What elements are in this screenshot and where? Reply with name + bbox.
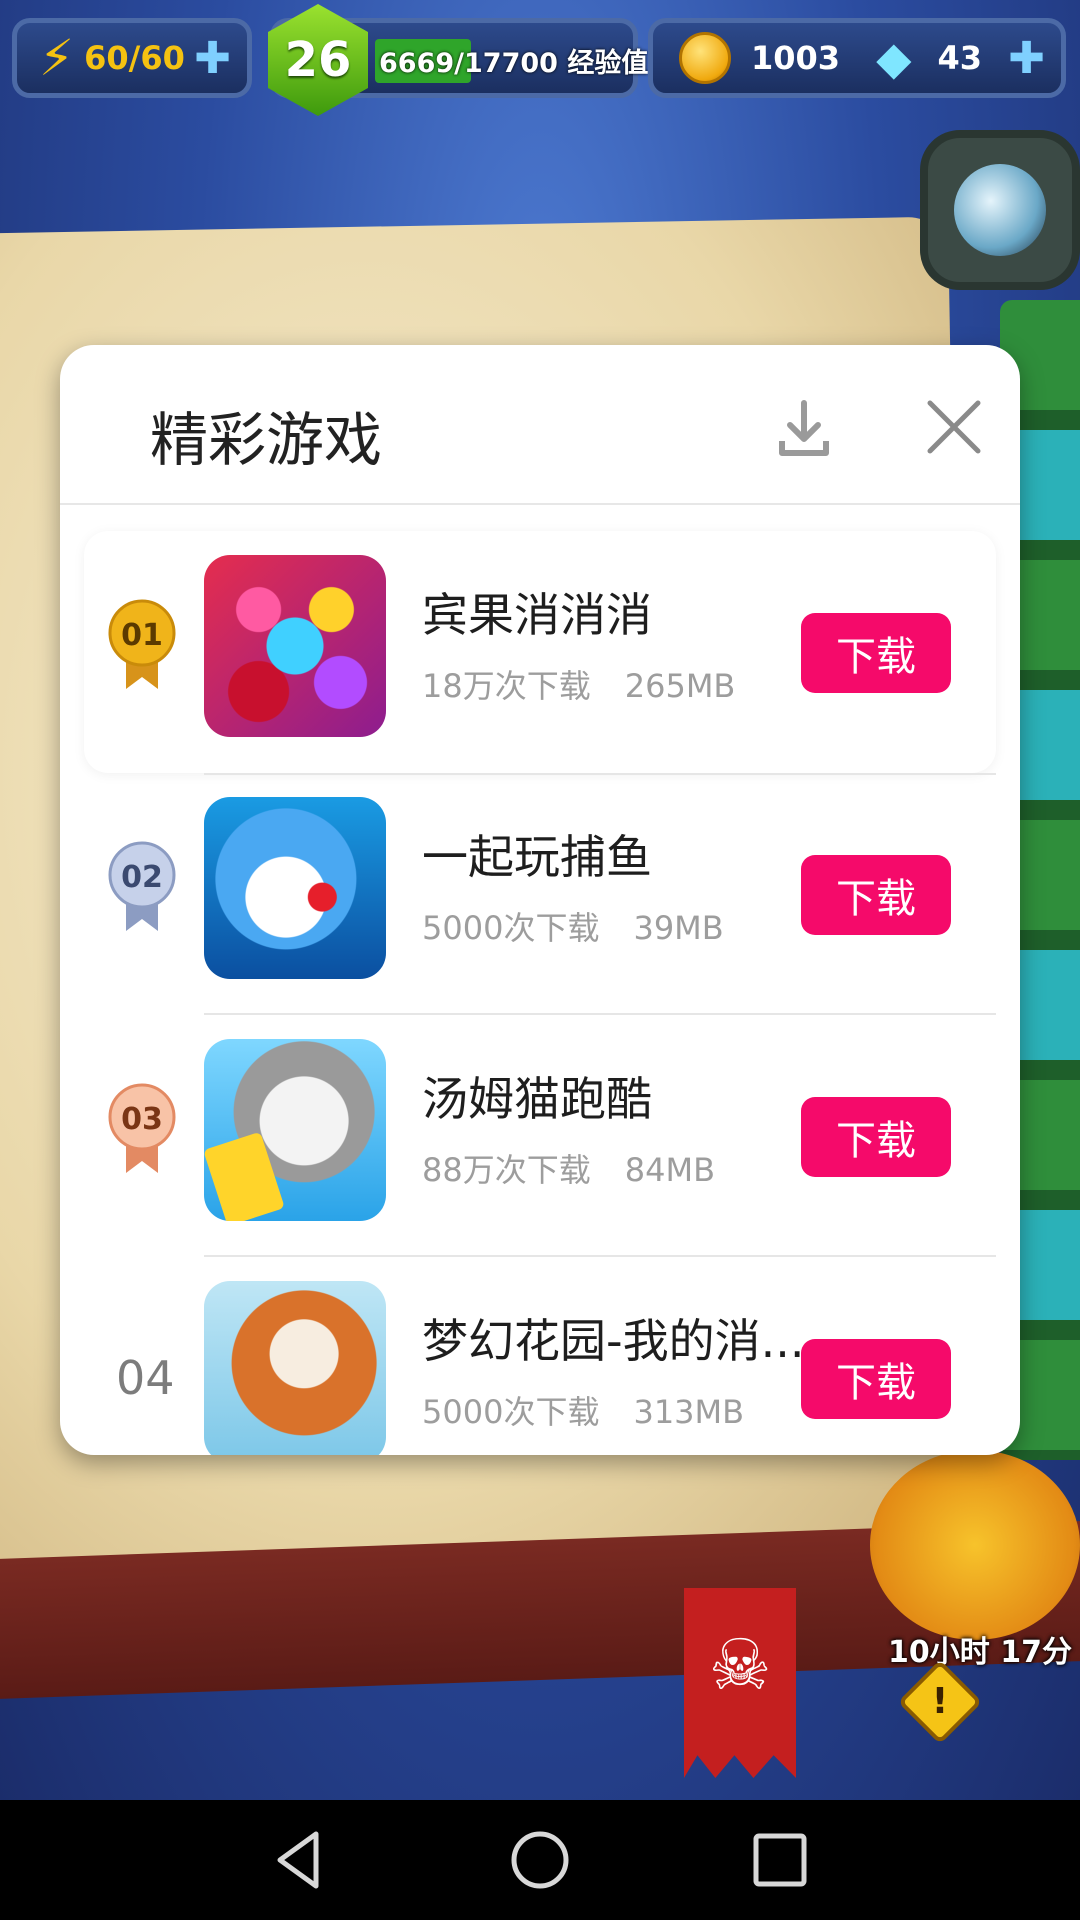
- rank-number: 03: [121, 1102, 163, 1137]
- app-icon[interactable]: [204, 555, 386, 737]
- home-icon[interactable]: [502, 1822, 578, 1898]
- app-name: 梦幻花园-我的消...: [422, 1314, 805, 1368]
- app-meta: 88万次下载 84MB: [422, 1145, 715, 1191]
- currency-counter[interactable]: 1003 ◆ 43 ✚: [648, 18, 1066, 98]
- energy-value: 60/60: [84, 39, 185, 77]
- app-size: 313MB: [633, 1393, 745, 1431]
- download-count: 5000次下载: [422, 909, 600, 947]
- download-icon[interactable]: [772, 397, 836, 461]
- app-name: 一起玩捕鱼: [422, 830, 652, 884]
- dialog-title: 精彩游戏: [150, 406, 383, 474]
- system-nav-bar: [0, 1800, 1080, 1920]
- back-icon[interactable]: [262, 1822, 338, 1898]
- add-currency-icon[interactable]: ✚: [1008, 33, 1045, 84]
- list-item[interactable]: 02 一起玩捕鱼 5000次下载 39MB 下载: [60, 773, 1020, 1015]
- dice-icon[interactable]: [920, 130, 1080, 290]
- download-count: 88万次下载: [422, 1151, 591, 1189]
- app-name: 宾果消消消: [422, 588, 652, 642]
- gem-value: 43: [937, 39, 982, 77]
- dialog-header: 精彩游戏: [60, 345, 1020, 505]
- coin-value: 1003: [751, 39, 841, 77]
- gold-medal-icon: 01: [108, 599, 176, 689]
- close-icon[interactable]: [922, 395, 986, 459]
- boss-event-icon[interactable]: [870, 1450, 1080, 1640]
- app-icon[interactable]: [204, 1281, 386, 1455]
- diamond-icon: ◆: [876, 31, 912, 85]
- xp-text: 6669/17700 经验值: [379, 41, 648, 80]
- recent-apps-icon[interactable]: [742, 1822, 818, 1898]
- top-hud: ⚡ 60/60 ✚ 6669/17700 经验值 26 1003 ◆ 43 ✚: [0, 0, 1080, 120]
- rank-number: 02: [121, 860, 163, 895]
- xp-value: 6669/17700: [379, 48, 558, 79]
- bronze-medal-icon: 03: [108, 1083, 176, 1173]
- game-screen: 10小时 17分 ! ⚡ 60/60 ✚ 6669/17700 经验值 26 1…: [0, 0, 1080, 1920]
- app-icon[interactable]: [204, 797, 386, 979]
- list-item[interactable]: 01 宾果消消消 18万次下载 265MB 下载: [84, 531, 996, 773]
- download-button[interactable]: 下载: [801, 1339, 951, 1419]
- app-icon[interactable]: [204, 1039, 386, 1221]
- list-item[interactable]: 03 汤姆猫跑酷 88万次下载 84MB 下载: [60, 1015, 1020, 1257]
- boss-timer: 10小时 17分: [888, 1635, 1072, 1670]
- energy-counter[interactable]: ⚡ 60/60 ✚: [12, 18, 252, 98]
- game-list: 01 宾果消消消 18万次下载 265MB 下载 02 一起玩捕鱼 5000次下…: [60, 507, 1020, 1455]
- app-name: 汤姆猫跑酷: [422, 1072, 652, 1126]
- rank-number: 01: [121, 618, 163, 653]
- list-item[interactable]: 04 梦幻花园-我的消... 5000次下载 313MB 下载: [60, 1257, 1020, 1455]
- app-size: 265MB: [624, 667, 736, 705]
- download-button[interactable]: 下载: [801, 1097, 951, 1177]
- skull-flag-icon[interactable]: [684, 1588, 796, 1778]
- app-meta: 18万次下载 265MB: [422, 661, 735, 707]
- app-meta: 5000次下载 313MB: [422, 1387, 744, 1433]
- download-button[interactable]: 下载: [801, 855, 951, 935]
- app-size: 84MB: [624, 1151, 716, 1189]
- add-energy-icon[interactable]: ✚: [194, 33, 231, 84]
- rank-number: 04: [116, 1351, 175, 1405]
- lightning-icon: ⚡: [39, 29, 75, 87]
- download-button[interactable]: 下载: [801, 613, 951, 693]
- download-count: 5000次下载: [422, 1393, 600, 1431]
- divider: [204, 773, 996, 775]
- xp-label: 经验值: [567, 48, 649, 79]
- app-size: 39MB: [633, 909, 724, 947]
- download-count: 18万次下载: [422, 667, 591, 705]
- silver-medal-icon: 02: [108, 841, 176, 931]
- featured-games-dialog: 精彩游戏 01 宾果消消消 18万次下载 265MB 下载 02 一起玩捕鱼 5…: [60, 345, 1020, 1455]
- coin-icon: [679, 32, 731, 84]
- warning-mark: !: [931, 1681, 949, 1722]
- app-meta: 5000次下载 39MB: [422, 903, 724, 949]
